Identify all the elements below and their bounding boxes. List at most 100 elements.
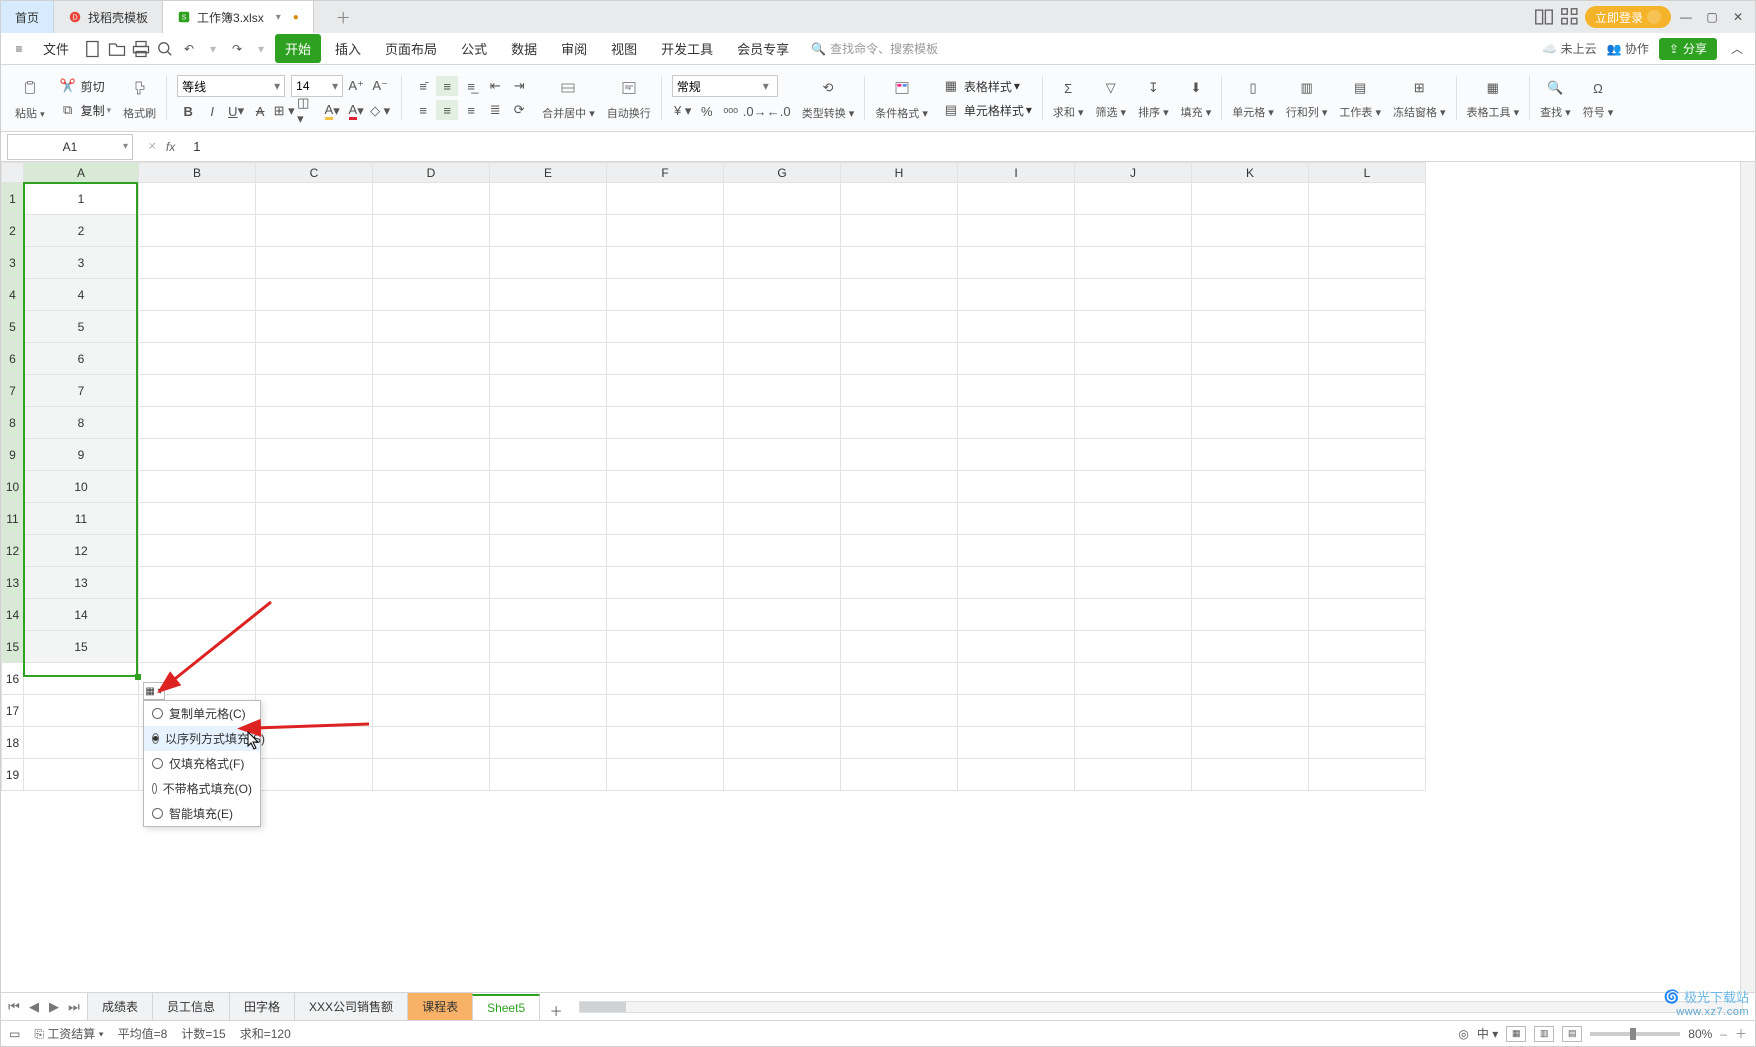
- tab-workbook[interactable]: S 工作簿3.xlsx ▾ ●: [163, 1, 314, 33]
- cell[interactable]: [139, 567, 256, 599]
- table-style-button[interactable]: ▦表格样式 ▾: [940, 76, 1020, 96]
- cell[interactable]: [607, 535, 724, 567]
- sheet-last-icon[interactable]: ⏭: [65, 998, 83, 1016]
- row-header[interactable]: 2: [2, 215, 24, 247]
- cell[interactable]: [958, 663, 1075, 695]
- cell[interactable]: [256, 631, 373, 663]
- cell[interactable]: [256, 727, 373, 759]
- cell[interactable]: [724, 567, 841, 599]
- cell[interactable]: [724, 343, 841, 375]
- cell[interactable]: [841, 663, 958, 695]
- cell[interactable]: 13: [24, 567, 139, 599]
- cell[interactable]: 15: [24, 631, 139, 663]
- italic-icon[interactable]: I: [201, 101, 223, 121]
- cell[interactable]: [490, 599, 607, 631]
- cell[interactable]: [958, 279, 1075, 311]
- col-header-C[interactable]: C: [256, 163, 373, 183]
- cell-shape-icon[interactable]: ◫ ▾: [297, 101, 319, 121]
- cell[interactable]: [607, 663, 724, 695]
- font-name-input[interactable]: [178, 79, 270, 93]
- row-header[interactable]: 15: [2, 631, 24, 663]
- sheet-tab-3[interactable]: XXX公司销售额: [294, 992, 408, 1020]
- cell[interactable]: [1075, 631, 1192, 663]
- cell[interactable]: [1192, 599, 1309, 631]
- cell[interactable]: [256, 503, 373, 535]
- cell[interactable]: [1075, 695, 1192, 727]
- cell[interactable]: [1192, 727, 1309, 759]
- cell[interactable]: [607, 567, 724, 599]
- cell[interactable]: [373, 407, 490, 439]
- select-all-corner[interactable]: [2, 163, 24, 183]
- strike-icon[interactable]: A: [249, 101, 271, 121]
- cell[interactable]: [1309, 343, 1426, 375]
- font-size-input[interactable]: [292, 79, 328, 93]
- zoom-in-icon[interactable]: ＋: [1735, 1025, 1747, 1042]
- cell[interactable]: [841, 247, 958, 279]
- row-header[interactable]: 13: [2, 567, 24, 599]
- border-icon[interactable]: ⊞ ▾: [273, 101, 295, 121]
- cell[interactable]: [1192, 439, 1309, 471]
- cell[interactable]: 9: [24, 439, 139, 471]
- cell[interactable]: [958, 695, 1075, 727]
- cell[interactable]: [841, 439, 958, 471]
- col-header-I[interactable]: I: [958, 163, 1075, 183]
- cell[interactable]: [373, 663, 490, 695]
- cell[interactable]: [139, 599, 256, 631]
- row-header[interactable]: 9: [2, 439, 24, 471]
- cell[interactable]: [1192, 695, 1309, 727]
- cell[interactable]: [373, 535, 490, 567]
- ribbon-tab-view[interactable]: 视图: [601, 34, 647, 63]
- font-name-select[interactable]: ▾: [177, 75, 285, 97]
- cell[interactable]: [958, 471, 1075, 503]
- cell[interactable]: [1192, 503, 1309, 535]
- cell[interactable]: [256, 375, 373, 407]
- cell[interactable]: [373, 279, 490, 311]
- sheet-tab-5[interactable]: Sheet5: [472, 994, 540, 1020]
- row-header[interactable]: 10: [2, 471, 24, 503]
- window-close-icon[interactable]: ✕: [1727, 6, 1749, 28]
- align-top-icon[interactable]: ≡̄: [412, 76, 434, 96]
- col-header-A[interactable]: A: [24, 163, 139, 183]
- cell[interactable]: 14: [24, 599, 139, 631]
- currency-icon[interactable]: ¥ ▾: [672, 101, 694, 121]
- status-tip-icon[interactable]: ▭: [9, 1027, 20, 1041]
- cell[interactable]: [1075, 663, 1192, 695]
- cell[interactable]: [1192, 247, 1309, 279]
- qat-undo-dd[interactable]: ▾: [203, 39, 223, 59]
- layout2-icon[interactable]: [1559, 6, 1581, 28]
- cell[interactable]: [373, 311, 490, 343]
- cell[interactable]: [607, 727, 724, 759]
- tab-docer[interactable]: D 找稻壳模板: [54, 1, 163, 33]
- cell[interactable]: [256, 663, 373, 695]
- cell[interactable]: [139, 343, 256, 375]
- row-header[interactable]: 6: [2, 343, 24, 375]
- cell[interactable]: [1075, 503, 1192, 535]
- row-header[interactable]: 4: [2, 279, 24, 311]
- window-maximize-icon[interactable]: ▢: [1701, 6, 1723, 28]
- indent-dec-icon[interactable]: ⇤: [484, 76, 506, 96]
- cell[interactable]: [724, 407, 841, 439]
- col-header-B[interactable]: B: [139, 163, 256, 183]
- cell[interactable]: [24, 663, 139, 695]
- cell[interactable]: [256, 567, 373, 599]
- orientation-icon[interactable]: ⟳: [508, 100, 530, 120]
- cell[interactable]: [958, 503, 1075, 535]
- tab-menu-icon[interactable]: ▾: [276, 12, 281, 23]
- cell[interactable]: [1192, 407, 1309, 439]
- sheet-first-icon[interactable]: ⏮: [5, 998, 23, 1016]
- cell[interactable]: 2: [24, 215, 139, 247]
- cell[interactable]: [256, 407, 373, 439]
- cell[interactable]: [1075, 215, 1192, 247]
- cell[interactable]: [139, 471, 256, 503]
- cell[interactable]: [724, 599, 841, 631]
- cell[interactable]: [490, 695, 607, 727]
- cell[interactable]: [490, 247, 607, 279]
- cell[interactable]: [607, 279, 724, 311]
- row-header[interactable]: 5: [2, 311, 24, 343]
- row-header[interactable]: 14: [2, 599, 24, 631]
- cell[interactable]: 7: [24, 375, 139, 407]
- cell[interactable]: [607, 183, 724, 215]
- cell[interactable]: [1075, 439, 1192, 471]
- qat-new-icon[interactable]: [83, 39, 103, 59]
- cell[interactable]: [958, 759, 1075, 791]
